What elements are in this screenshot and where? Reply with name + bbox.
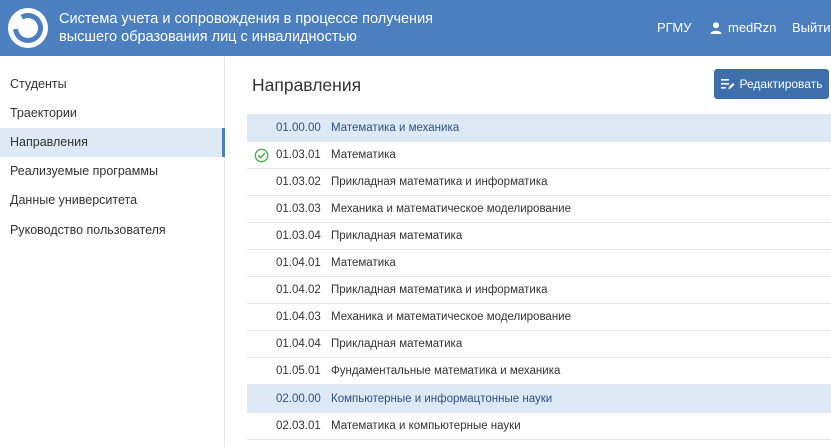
list-item[interactable]: 01.04.03 Механика и математическое модел… xyxy=(247,304,831,331)
sidebar-item-trajectories[interactable]: Траектории xyxy=(0,99,225,128)
directions-list: 01.00.00 Математика и механика 01.03.01 … xyxy=(247,114,831,440)
item-name: Механика и математическое моделирование xyxy=(331,311,571,323)
group-name: Математика и механика xyxy=(331,122,460,134)
university-link[interactable]: РГМУ xyxy=(657,21,692,35)
group-code: 01.00.00 xyxy=(276,122,321,134)
check-circle-icon xyxy=(254,148,269,163)
list-item[interactable]: 01.03.02 Прикладная математика и информа… xyxy=(247,169,831,196)
item-code: 01.04.03 xyxy=(276,311,321,323)
sidebar-item-programs[interactable]: Реализуемые программы xyxy=(0,157,225,186)
sidebar-item-students[interactable]: Студенты xyxy=(0,70,225,99)
item-name: Математика xyxy=(331,149,396,161)
item-code: 01.04.01 xyxy=(276,257,321,269)
item-code: 01.04.02 xyxy=(276,284,321,296)
item-name: Прикладная математика xyxy=(331,338,463,350)
list-item[interactable]: 01.04.04 Прикладная математика xyxy=(247,331,831,358)
edit-button[interactable]: Редактировать xyxy=(714,69,829,99)
item-code: 01.04.04 xyxy=(276,338,321,350)
group-row[interactable]: 01.00.00 Математика и механика xyxy=(247,114,831,142)
list-item[interactable]: 01.04.01 Математика xyxy=(247,250,831,277)
group-name: Компьютерные и информацтонные науки xyxy=(331,393,553,405)
item-code: 01.03.02 xyxy=(276,176,321,188)
user-icon xyxy=(710,22,722,34)
edit-button-label: Редактировать xyxy=(739,77,823,91)
list-item[interactable]: 01.05.01 Фундаментальные математика и ме… xyxy=(247,358,831,385)
edit-list-icon xyxy=(720,79,735,90)
item-name: Фундаментальные математика и механика xyxy=(331,365,561,377)
sidebar-item-directions[interactable]: Направления xyxy=(0,128,225,157)
item-code: 01.03.03 xyxy=(276,203,321,215)
item-code: 02.03.01 xyxy=(276,420,321,432)
item-code: 01.05.01 xyxy=(276,365,321,377)
sidebar-item-university-data[interactable]: Данные университета xyxy=(0,186,225,215)
app-title-line-2: высшего образования лиц с инвалидностью xyxy=(59,29,357,45)
sidebar: Студенты Траектории Направления Реализуе… xyxy=(0,56,225,447)
list-item[interactable]: 01.04.02 Прикладная математика и информа… xyxy=(247,277,831,304)
app-logo-icon[interactable] xyxy=(8,8,48,48)
username: medRzn xyxy=(728,20,777,35)
item-name: Прикладная математика и информатика xyxy=(331,176,548,188)
group-row[interactable]: 02.00.00 Компьютерные и информацтонные н… xyxy=(247,385,831,413)
logout-link[interactable]: Выйти xyxy=(792,21,831,35)
app-title-line-1: Система учета и сопровождения в процессе… xyxy=(59,11,434,27)
group-code: 02.00.00 xyxy=(276,393,321,405)
item-name: Математика и компьютерные науки xyxy=(331,420,521,432)
item-name: Механика и математическое моделирование xyxy=(331,203,571,215)
app-header: Система учета и сопровождения в процессе… xyxy=(0,0,831,56)
app-title: Система учета и сопровождения в процессе… xyxy=(59,10,439,46)
list-item[interactable]: 02.03.01 Математика и компьютерные науки xyxy=(247,413,831,440)
item-code: 01.03.04 xyxy=(276,230,321,242)
list-item[interactable]: 01.03.01 Математика xyxy=(247,142,831,169)
item-name: Математика xyxy=(331,257,396,269)
user-menu[interactable]: medRzn xyxy=(710,20,776,36)
list-item[interactable]: 01.03.04 Прикладная математика xyxy=(247,223,831,250)
item-code: 01.03.01 xyxy=(276,149,321,161)
page-title: Направления xyxy=(252,75,362,95)
item-name: Прикладная математика xyxy=(331,230,463,242)
item-name: Прикладная математика и информатика xyxy=(331,284,548,296)
list-item[interactable]: 01.03.03 Механика и математическое модел… xyxy=(247,196,831,223)
sidebar-item-user-guide[interactable]: Руководство пользователя xyxy=(0,216,225,245)
